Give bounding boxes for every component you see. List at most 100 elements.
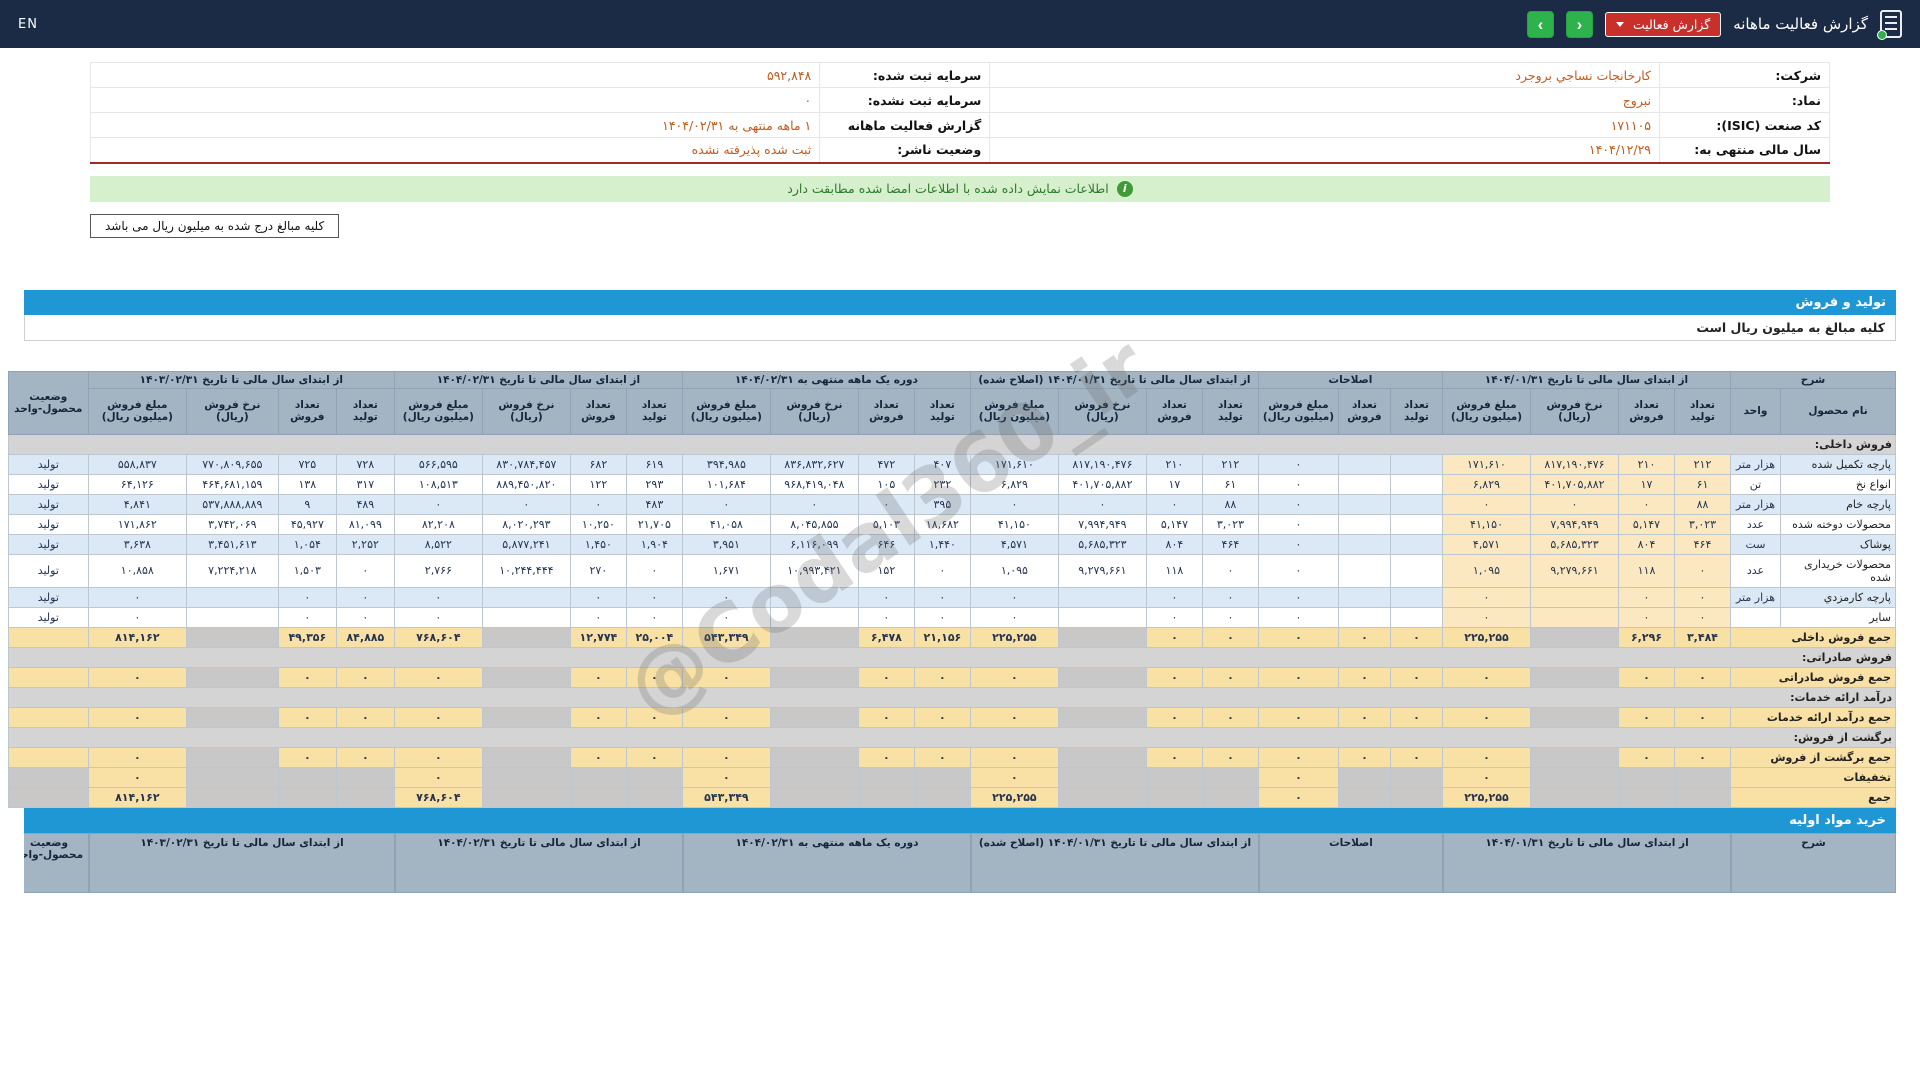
status-cell: تولید bbox=[7, 473, 89, 495]
unit-cell: ست bbox=[1730, 533, 1781, 555]
value-cell bbox=[1674, 766, 1731, 788]
company-info-block: شرکت: کارخانجات نساجي بروجرد سرمایه ثبت … bbox=[89, 62, 1830, 164]
value-cell bbox=[1530, 706, 1619, 728]
value-cell: ۰ bbox=[1201, 746, 1259, 768]
info-value: نبروج bbox=[989, 87, 1660, 113]
report-type-select[interactable]: گزارش فعالیت bbox=[1604, 11, 1722, 37]
value-cell bbox=[769, 746, 859, 768]
value-cell: ۸۲,۲۰۸ bbox=[393, 513, 483, 535]
value-cell: ۰ bbox=[1389, 746, 1443, 768]
purchase-column-group-header: دوره یک ماهه منتهی به ۱۴۰۴/۰۲/۳۱ bbox=[683, 832, 971, 893]
value-cell: ۰ bbox=[569, 606, 627, 628]
raw-materials-header-strip: شرح از ابتدای سال مالی تا تاریخ ۱۴۰۴/۰۱/۳… bbox=[24, 832, 1896, 893]
info-label: سرمایه ثبت شده: bbox=[819, 62, 991, 88]
value-cell: ۰ bbox=[1441, 606, 1532, 628]
value-cell bbox=[857, 786, 915, 808]
value-cell: ۰ bbox=[681, 606, 771, 628]
value-cell: ۰ bbox=[1201, 606, 1259, 628]
value-cell: ۲,۷۶۶ bbox=[393, 553, 483, 588]
value-cell: ۳,۴۵۱,۶۱۳ bbox=[185, 533, 279, 555]
value-cell bbox=[1389, 473, 1443, 495]
column-header-unit: واحد bbox=[1730, 387, 1781, 435]
value-cell: ۱,۰۹۵ bbox=[969, 553, 1059, 588]
value-cell: ۰ bbox=[681, 493, 771, 515]
value-cell: ۶,۲۹۶ bbox=[1618, 626, 1675, 648]
table-header: شرح از ابتدای سال مالی تا تاریخ ۱۴۰۴/۰۱/۳… bbox=[7, 370, 1896, 435]
column-header: تعداد تولید bbox=[913, 387, 971, 435]
value-cell: ۲۵,۰۰۴ bbox=[625, 626, 683, 648]
value-cell: ۸۳۰,۷۸۴,۴۵۷ bbox=[481, 453, 571, 475]
value-cell: ۶۴۶ bbox=[857, 533, 915, 555]
section-row: درآمد ارائه خدمات: bbox=[7, 686, 1897, 708]
column-header: نرخ فروش (ریال) bbox=[1057, 387, 1147, 435]
production-sales-section-bar: تولید و فروش bbox=[24, 289, 1896, 315]
value-cell bbox=[1389, 786, 1443, 808]
value-cell: ۶۸۲ bbox=[569, 453, 627, 475]
column-group-header: اصلاحات bbox=[1257, 370, 1443, 389]
product-row: پارچه کارمزدي هزار متر ۰ ۰ ۰ ۰ ۰ ۰ ۰ ۰ ۰ ۰ ۰ ۰ ۰ ۰ ۰ ۰ تول… bbox=[7, 586, 1896, 608]
previous-period-button[interactable]: ‹ bbox=[1565, 10, 1593, 38]
value-cell: ۰ bbox=[87, 766, 187, 788]
value-cell: ۰ bbox=[769, 493, 859, 515]
value-cell: ۰ bbox=[681, 766, 771, 788]
value-cell bbox=[857, 766, 915, 788]
value-cell: ۰ bbox=[1441, 493, 1532, 515]
value-cell bbox=[481, 626, 571, 648]
total-label-cell: جمع bbox=[1730, 786, 1896, 808]
column-header: مبلغ فروش (میلیون ریال) bbox=[87, 387, 187, 435]
value-cell bbox=[1201, 786, 1259, 808]
value-cell bbox=[769, 626, 859, 648]
language-toggle-en[interactable]: EN bbox=[18, 17, 38, 32]
product-name-cell: انواع نخ bbox=[1780, 473, 1896, 495]
value-cell: ۱۱۸ bbox=[1618, 553, 1675, 588]
value-cell: ۸۰۴ bbox=[1618, 533, 1675, 555]
production-sales-table-wrap: @Codal360_ir شرح از ابتدای سال مالی تا تا… bbox=[7, 319, 1897, 808]
column-group-header: از ابتدای سال مالی تا تاریخ ۱۴۰۴/۰۱/۳۱ (… bbox=[969, 370, 1259, 389]
value-cell: ۰ bbox=[681, 706, 771, 728]
value-cell: ۰ bbox=[1257, 786, 1339, 808]
status-cell bbox=[7, 766, 89, 788]
value-cell: ۰ bbox=[1145, 586, 1203, 608]
value-cell bbox=[1618, 786, 1675, 808]
unit-cell: هزار متر bbox=[1730, 586, 1781, 608]
value-cell: ۳,۹۵۱ bbox=[681, 533, 771, 555]
value-cell: ۶۱ bbox=[1674, 473, 1731, 495]
value-cell: ۸۸۹,۴۵۰,۸۲۰ bbox=[481, 473, 571, 495]
value-cell: ۰ bbox=[277, 666, 337, 688]
value-cell: ۱۷۱,۶۱۰ bbox=[1441, 453, 1532, 475]
value-cell: ۲۱۲ bbox=[1201, 453, 1259, 475]
value-cell: ۰ bbox=[1441, 766, 1532, 788]
value-cell bbox=[1057, 626, 1147, 648]
column-header: تعداد فروش bbox=[1337, 387, 1391, 435]
value-cell: ۱۲,۷۷۴ bbox=[569, 626, 627, 648]
value-cell: ۰ bbox=[681, 666, 771, 688]
value-cell: ۰ bbox=[969, 586, 1059, 608]
value-cell: ۱,۰۵۴ bbox=[277, 533, 337, 555]
product-name-cell: پوشاک bbox=[1780, 533, 1896, 555]
value-cell bbox=[1337, 786, 1391, 808]
value-cell: ۴۰۷ bbox=[913, 453, 971, 475]
header-group-row: شرح از ابتدای سال مالی تا تاریخ ۱۴۰۴/۰۱/۳… bbox=[7, 370, 1896, 435]
value-cell: ۴۹,۳۵۶ bbox=[277, 626, 337, 648]
value-cell bbox=[185, 586, 279, 608]
value-cell: ۰ bbox=[1145, 706, 1203, 728]
value-cell: ۳,۷۴۲,۰۶۹ bbox=[185, 513, 279, 535]
value-cell bbox=[481, 606, 571, 628]
value-cell: ۸۱۷,۱۹۰,۴۷۶ bbox=[1530, 453, 1619, 475]
product-row: پوشاک ست ۴۶۴ ۸۰۴ ۵,۶۸۵,۳۲۳ ۴,۵۷۱ ۰ ۴۶۴ ۸۰۴ ۵,۶۸۵,… bbox=[7, 533, 1896, 555]
value-cell: ۰ bbox=[1257, 493, 1339, 515]
info-value: ۰ bbox=[89, 87, 821, 113]
value-cell bbox=[769, 786, 859, 808]
value-cell bbox=[1337, 766, 1391, 788]
status-cell bbox=[7, 626, 89, 648]
column-header: مبلغ فروش (میلیون ریال) bbox=[1441, 387, 1532, 435]
value-cell bbox=[185, 786, 279, 808]
column-header: مبلغ فروش (میلیون ریال) bbox=[681, 387, 771, 435]
column-header: نرخ فروش (ریال) bbox=[481, 387, 571, 435]
value-cell: ۸۸ bbox=[1674, 493, 1731, 515]
value-cell: ۶۴,۱۲۶ bbox=[87, 473, 187, 495]
value-cell: ۰ bbox=[393, 586, 483, 608]
value-cell: ۷۶۸,۶۰۴ bbox=[393, 626, 483, 648]
next-period-button[interactable]: › bbox=[1526, 10, 1554, 38]
value-cell bbox=[1389, 513, 1443, 535]
